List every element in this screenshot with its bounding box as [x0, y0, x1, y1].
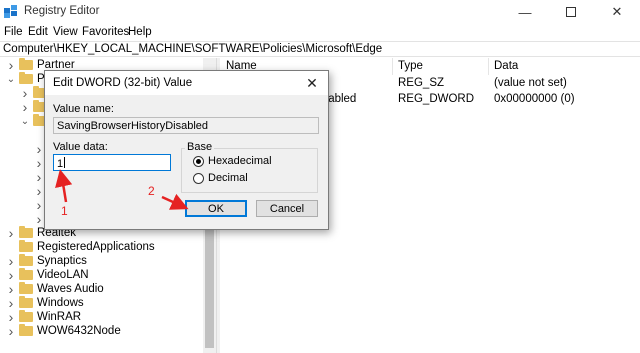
registry-editor-window: Registry Editor — ✕ File Edit View Favor…: [0, 0, 640, 353]
annotation-arrow-2: [161, 193, 189, 210]
annotation-step-2: 2: [148, 184, 155, 198]
annotation-arrows: [55, 169, 189, 210]
annotation-arrow-1: [55, 169, 73, 203]
annotation-step-1: 1: [61, 204, 68, 218]
